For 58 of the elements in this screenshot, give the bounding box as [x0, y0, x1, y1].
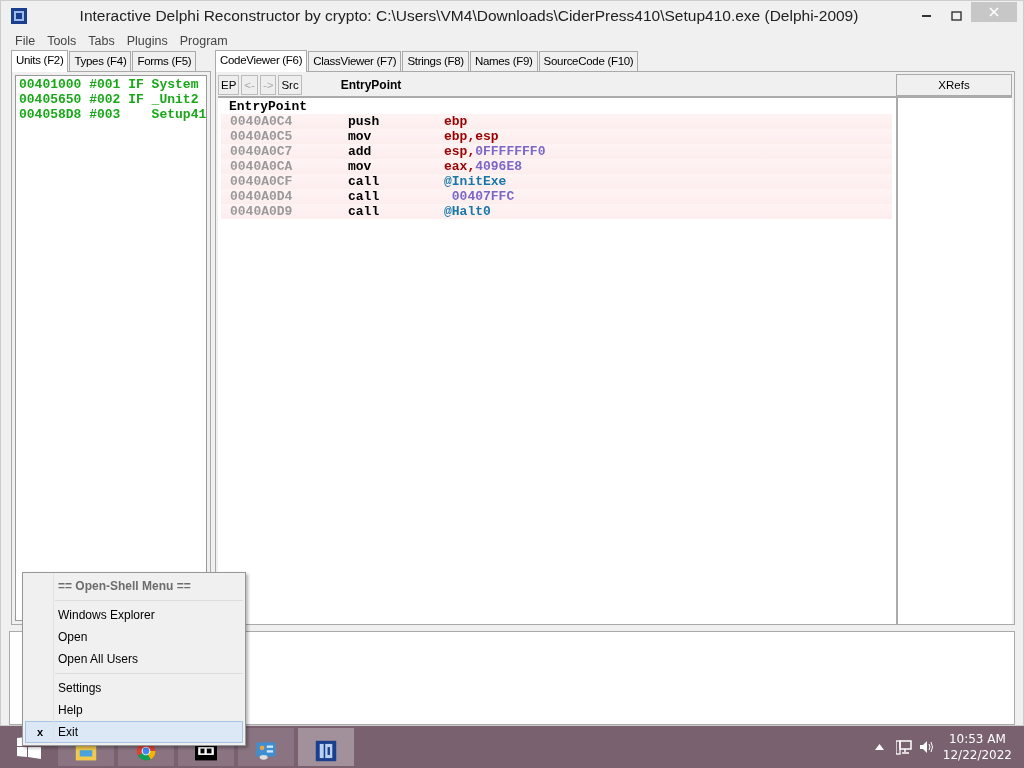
menu-item[interactable]: Plugins	[120, 31, 174, 51]
column-header: XRefs	[896, 74, 1012, 96]
operand: eax,4096E8	[444, 159, 523, 174]
mnemonic: call	[348, 204, 381, 219]
window-title: Interactive Delphi Reconstructor by crypto: C:\Users\VM4\Downloads\CiderPress410\Setup410.exe (Delphi-2009)	[78, 6, 860, 27]
tab[interactable]: Names (F9)	[469, 50, 538, 71]
tab[interactable]: Forms (F5)	[132, 50, 197, 71]
mnemonic: add	[348, 144, 373, 159]
menu-item[interactable]: Settings	[25, 677, 243, 699]
procedure-label: EntryPoint	[228, 99, 308, 114]
operand: ebp,esp	[444, 129, 499, 144]
close-icon	[989, 7, 999, 17]
network-icon[interactable]	[895, 739, 912, 755]
tab[interactable]: Types (F4)	[69, 50, 132, 71]
mnemonic: mov	[348, 159, 373, 174]
tab[interactable]: CodeViewer (F6)	[215, 49, 308, 72]
toolbar-button[interactable]: EP	[218, 75, 240, 95]
toolbar-button[interactable]: Src	[278, 75, 302, 95]
address: 0040A0D9	[229, 204, 294, 219]
clock-date[interactable]: 12/22/2022	[942, 747, 1012, 763]
menu-header: == Open-Shell Menu ==	[57, 578, 191, 595]
tab[interactable]: SourceCode (F10)	[538, 50, 639, 71]
menu-item[interactable]: Open All Users	[25, 648, 243, 670]
menu-item[interactable]: Tools	[41, 31, 83, 51]
mnemonic: call	[348, 174, 381, 189]
menu-item[interactable]: Program	[173, 31, 234, 51]
address: 0040A0D4	[229, 189, 294, 204]
volume-icon[interactable]	[919, 740, 935, 754]
show-hidden-icons-icon[interactable]	[874, 744, 884, 750]
menu-item[interactable]: x Exit	[25, 721, 243, 743]
menu-item[interactable]: File	[9, 31, 42, 51]
minimize-icon	[921, 15, 931, 17]
operand: @Halt0	[444, 204, 491, 219]
app-icon	[315, 740, 337, 762]
address: 0040A0C7	[229, 144, 294, 159]
menu-item[interactable]: Tabs	[82, 31, 121, 51]
control-panel-icon	[255, 740, 277, 762]
menu-item[interactable]: Open	[25, 626, 243, 648]
address: 0040A0CF	[229, 174, 294, 189]
menu-item[interactable]: Help	[25, 699, 243, 721]
operand: ebp	[444, 114, 468, 129]
mnemonic: call	[348, 189, 381, 204]
app-icon	[11, 8, 27, 24]
tab[interactable]: Strings (F8)	[402, 50, 469, 71]
mnemonic: mov	[348, 129, 373, 144]
tab[interactable]: ClassViewer (F7)	[308, 50, 402, 71]
address: 0040A0CA	[229, 159, 294, 174]
operand: @InitExe	[444, 174, 507, 189]
tab[interactable]: Units (F2)	[11, 49, 69, 72]
operand: esp,0FFFFFFF0	[444, 144, 546, 159]
clock-time[interactable]: 10:53 AM	[942, 731, 1012, 747]
address: 0040A0C5	[229, 129, 294, 144]
procedure-name: EntryPoint	[340, 77, 403, 94]
taskbar-button[interactable]	[298, 728, 354, 766]
mnemonic: push	[348, 114, 381, 129]
maximize-icon	[950, 11, 962, 21]
operand: 00407FFC	[450, 189, 515, 204]
address: 0040A0C4	[229, 114, 294, 129]
